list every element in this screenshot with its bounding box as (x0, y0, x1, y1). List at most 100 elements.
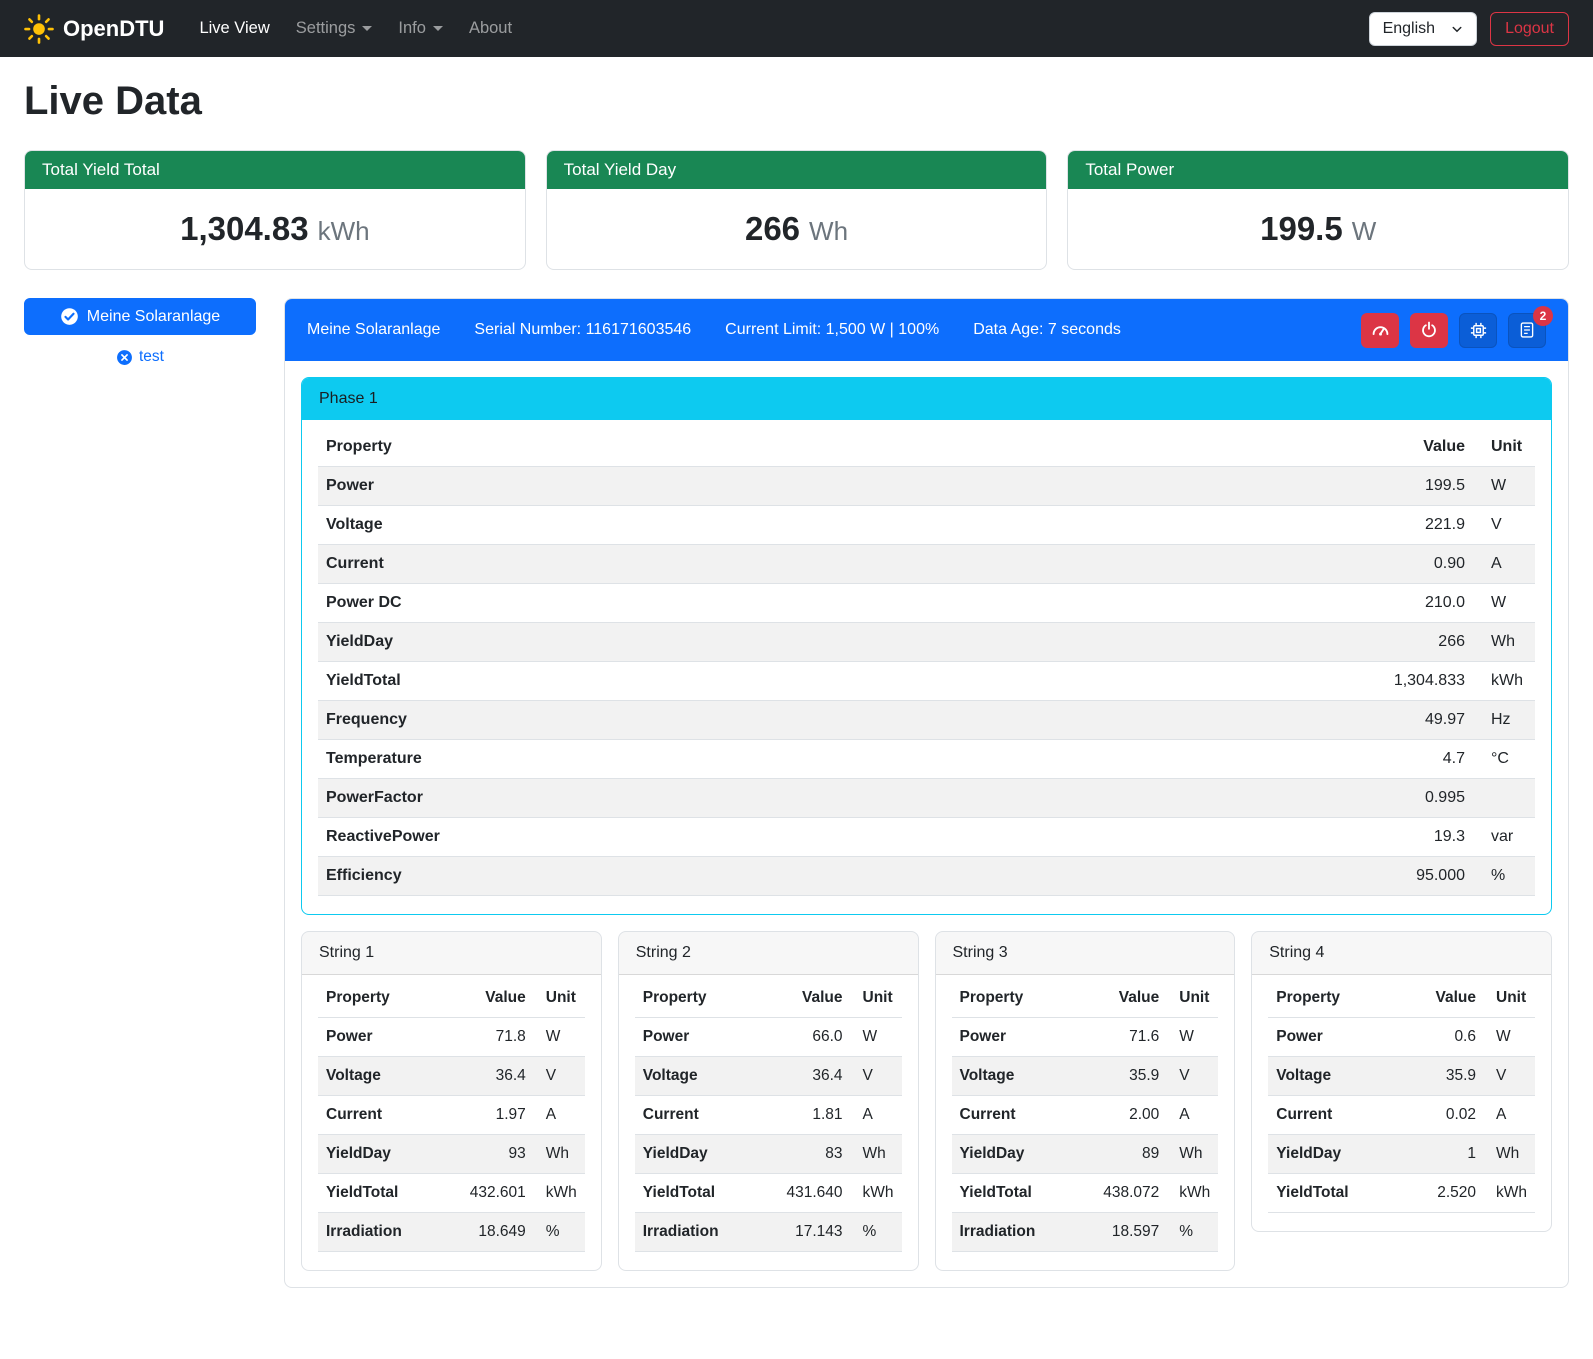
unit-cell (1473, 779, 1535, 818)
property-cell: YieldTotal (635, 1174, 756, 1213)
table-header-row: Property Value Unit (318, 428, 1535, 467)
power-button[interactable] (1410, 313, 1448, 348)
table-row: Voltage221.9V (318, 506, 1535, 545)
unit-cell: W (851, 1018, 902, 1057)
inverter-item-test[interactable]: test (24, 348, 256, 366)
cpu-chip-icon (1469, 321, 1488, 340)
table-row: Power66.0W (635, 1018, 902, 1057)
unit-cell: V (1167, 1057, 1218, 1096)
property-cell: Temperature (318, 740, 1009, 779)
language-select[interactable]: English (1369, 12, 1477, 46)
unit-cell: A (1484, 1096, 1535, 1135)
property-cell: Frequency (318, 701, 1009, 740)
card-unit: Wh (809, 216, 848, 246)
string-2-card: String 2 Property Value Unit (618, 931, 919, 1271)
value-cell: 93 (439, 1135, 534, 1174)
string-title: String 3 (936, 932, 1235, 975)
value-cell: 71.8 (439, 1018, 534, 1057)
value-cell: 71.6 (1072, 1018, 1167, 1057)
property-cell: YieldTotal (952, 1174, 1073, 1213)
string-3-table: Property Value Unit Power71.6WVoltage35.… (952, 979, 1219, 1252)
unit-cell: V (851, 1057, 902, 1096)
total-power-card: Total Power 199.5W (1067, 150, 1569, 270)
nav-about[interactable]: About (456, 11, 525, 46)
value-cell: 66.0 (756, 1018, 851, 1057)
table-header-row: Property Value Unit (318, 979, 585, 1018)
table-row: Current1.81A (635, 1096, 902, 1135)
property-cell: YieldDay (952, 1135, 1073, 1174)
inverter-name: Meine Solaranlage (307, 321, 440, 339)
unit-cell: % (534, 1213, 585, 1252)
unit-cell: V (1484, 1057, 1535, 1096)
table-row: Current1.97A (318, 1096, 585, 1135)
property-cell: Power (1268, 1018, 1400, 1057)
nav-links: Live View Settings Info About (186, 11, 525, 46)
table-row: Power199.5W (318, 467, 1535, 506)
col-unit: Unit (1484, 979, 1535, 1018)
property-cell: Voltage (318, 1057, 439, 1096)
col-value: Value (1400, 979, 1484, 1018)
table-row: PowerFactor0.995 (318, 779, 1535, 818)
table-row: Voltage35.9V (952, 1057, 1219, 1096)
string-title: String 2 (619, 932, 918, 975)
value-cell: 1,304.833 (1009, 662, 1473, 701)
strings-row: String 1 Property Value Unit (301, 931, 1552, 1271)
nav-live-view-label: Live View (199, 19, 269, 38)
inverter-card: Meine Solaranlage Serial Number: 1161716… (284, 298, 1569, 1288)
table-row: YieldTotal431.640kWh (635, 1174, 902, 1213)
inverter-action-buttons: 2 (1361, 313, 1546, 348)
property-cell: Irradiation (952, 1213, 1073, 1252)
table-row: Current0.02A (1268, 1096, 1535, 1135)
col-value: Value (1009, 428, 1473, 467)
value-cell: 18.597 (1072, 1213, 1167, 1252)
card-unit: kWh (318, 216, 370, 246)
value-cell: 89 (1072, 1135, 1167, 1174)
nav-settings[interactable]: Settings (283, 11, 386, 46)
property-cell: ReactivePower (318, 818, 1009, 857)
limit-settings-button[interactable] (1361, 313, 1399, 348)
property-cell: Irradiation (635, 1213, 756, 1252)
property-cell: Power DC (318, 584, 1009, 623)
property-cell: Current (318, 1096, 439, 1135)
unit-cell: W (534, 1018, 585, 1057)
table-row: Power DC210.0W (318, 584, 1535, 623)
logout-button[interactable]: Logout (1490, 12, 1569, 46)
table-row: YieldDay89Wh (952, 1135, 1219, 1174)
property-cell: YieldDay (318, 1135, 439, 1174)
total-yield-day-card: Total Yield Day 266Wh (546, 150, 1048, 270)
col-unit: Unit (1473, 428, 1535, 467)
value-cell: 2.520 (1400, 1174, 1484, 1213)
table-row: Voltage35.9V (1268, 1057, 1535, 1096)
property-cell: Power (635, 1018, 756, 1057)
brand[interactable]: OpenDTU (24, 14, 164, 44)
property-cell: YieldTotal (318, 662, 1009, 701)
unit-cell: var (1473, 818, 1535, 857)
inverter-select-button[interactable]: Meine Solaranlage (24, 298, 256, 335)
value-cell: 35.9 (1400, 1057, 1484, 1096)
value-cell: 438.072 (1072, 1174, 1167, 1213)
inverter-item-test-label: test (139, 348, 164, 366)
event-log-button[interactable]: 2 (1508, 313, 1546, 348)
table-row: Power71.6W (952, 1018, 1219, 1057)
table-row: Power71.8W (318, 1018, 585, 1057)
value-cell: 18.649 (439, 1213, 534, 1252)
table-row: Efficiency95.000% (318, 857, 1535, 896)
unit-cell: kWh (534, 1174, 585, 1213)
property-cell: Power (318, 1018, 439, 1057)
col-property: Property (318, 979, 439, 1018)
unit-cell: % (1167, 1213, 1218, 1252)
unit-cell: V (534, 1057, 585, 1096)
table-row: YieldTotal2.520kWh (1268, 1174, 1535, 1213)
unit-cell: W (1473, 584, 1535, 623)
nav-live-view[interactable]: Live View (186, 11, 282, 46)
property-cell: YieldDay (1268, 1135, 1400, 1174)
unit-cell: Wh (1473, 623, 1535, 662)
device-info-button[interactable] (1459, 313, 1497, 348)
unit-cell: kWh (1473, 662, 1535, 701)
unit-cell: °C (1473, 740, 1535, 779)
table-header-row: Property Value Unit (635, 979, 902, 1018)
string-4-table: Property Value Unit Power0.6WVoltage35.9… (1268, 979, 1535, 1213)
caret-down-icon (433, 26, 443, 31)
main-content: Live Data Total Yield Total 1,304.83kWh … (0, 79, 1593, 1318)
nav-info[interactable]: Info (385, 11, 456, 46)
